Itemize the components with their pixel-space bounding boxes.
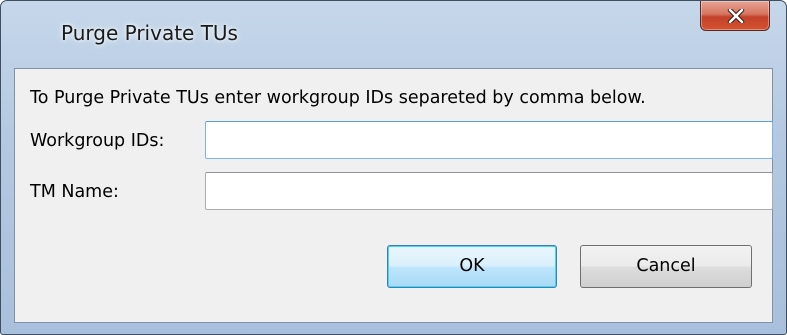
workgroup-ids-label: Workgroup IDs: [30, 131, 165, 151]
tm-name-input[interactable] [205, 172, 773, 210]
workgroup-ids-input[interactable] [205, 121, 773, 159]
title-bar[interactable]: Purge Private TUs [1, 1, 786, 63]
close-icon [727, 9, 745, 23]
close-button[interactable] [700, 1, 770, 31]
dialog-body: To Purge Private TUs enter workgroup IDs… [14, 68, 773, 323]
window-title: Purge Private TUs [61, 21, 238, 45]
cancel-button[interactable]: Cancel [580, 245, 752, 288]
ok-button[interactable]: OK [387, 245, 557, 288]
purge-private-tus-dialog: Purge Private TUs To Purge Private TUs e… [0, 0, 787, 335]
instruction-text: To Purge Private TUs enter workgroup IDs… [30, 88, 646, 108]
tm-name-label: TM Name: [30, 182, 119, 202]
